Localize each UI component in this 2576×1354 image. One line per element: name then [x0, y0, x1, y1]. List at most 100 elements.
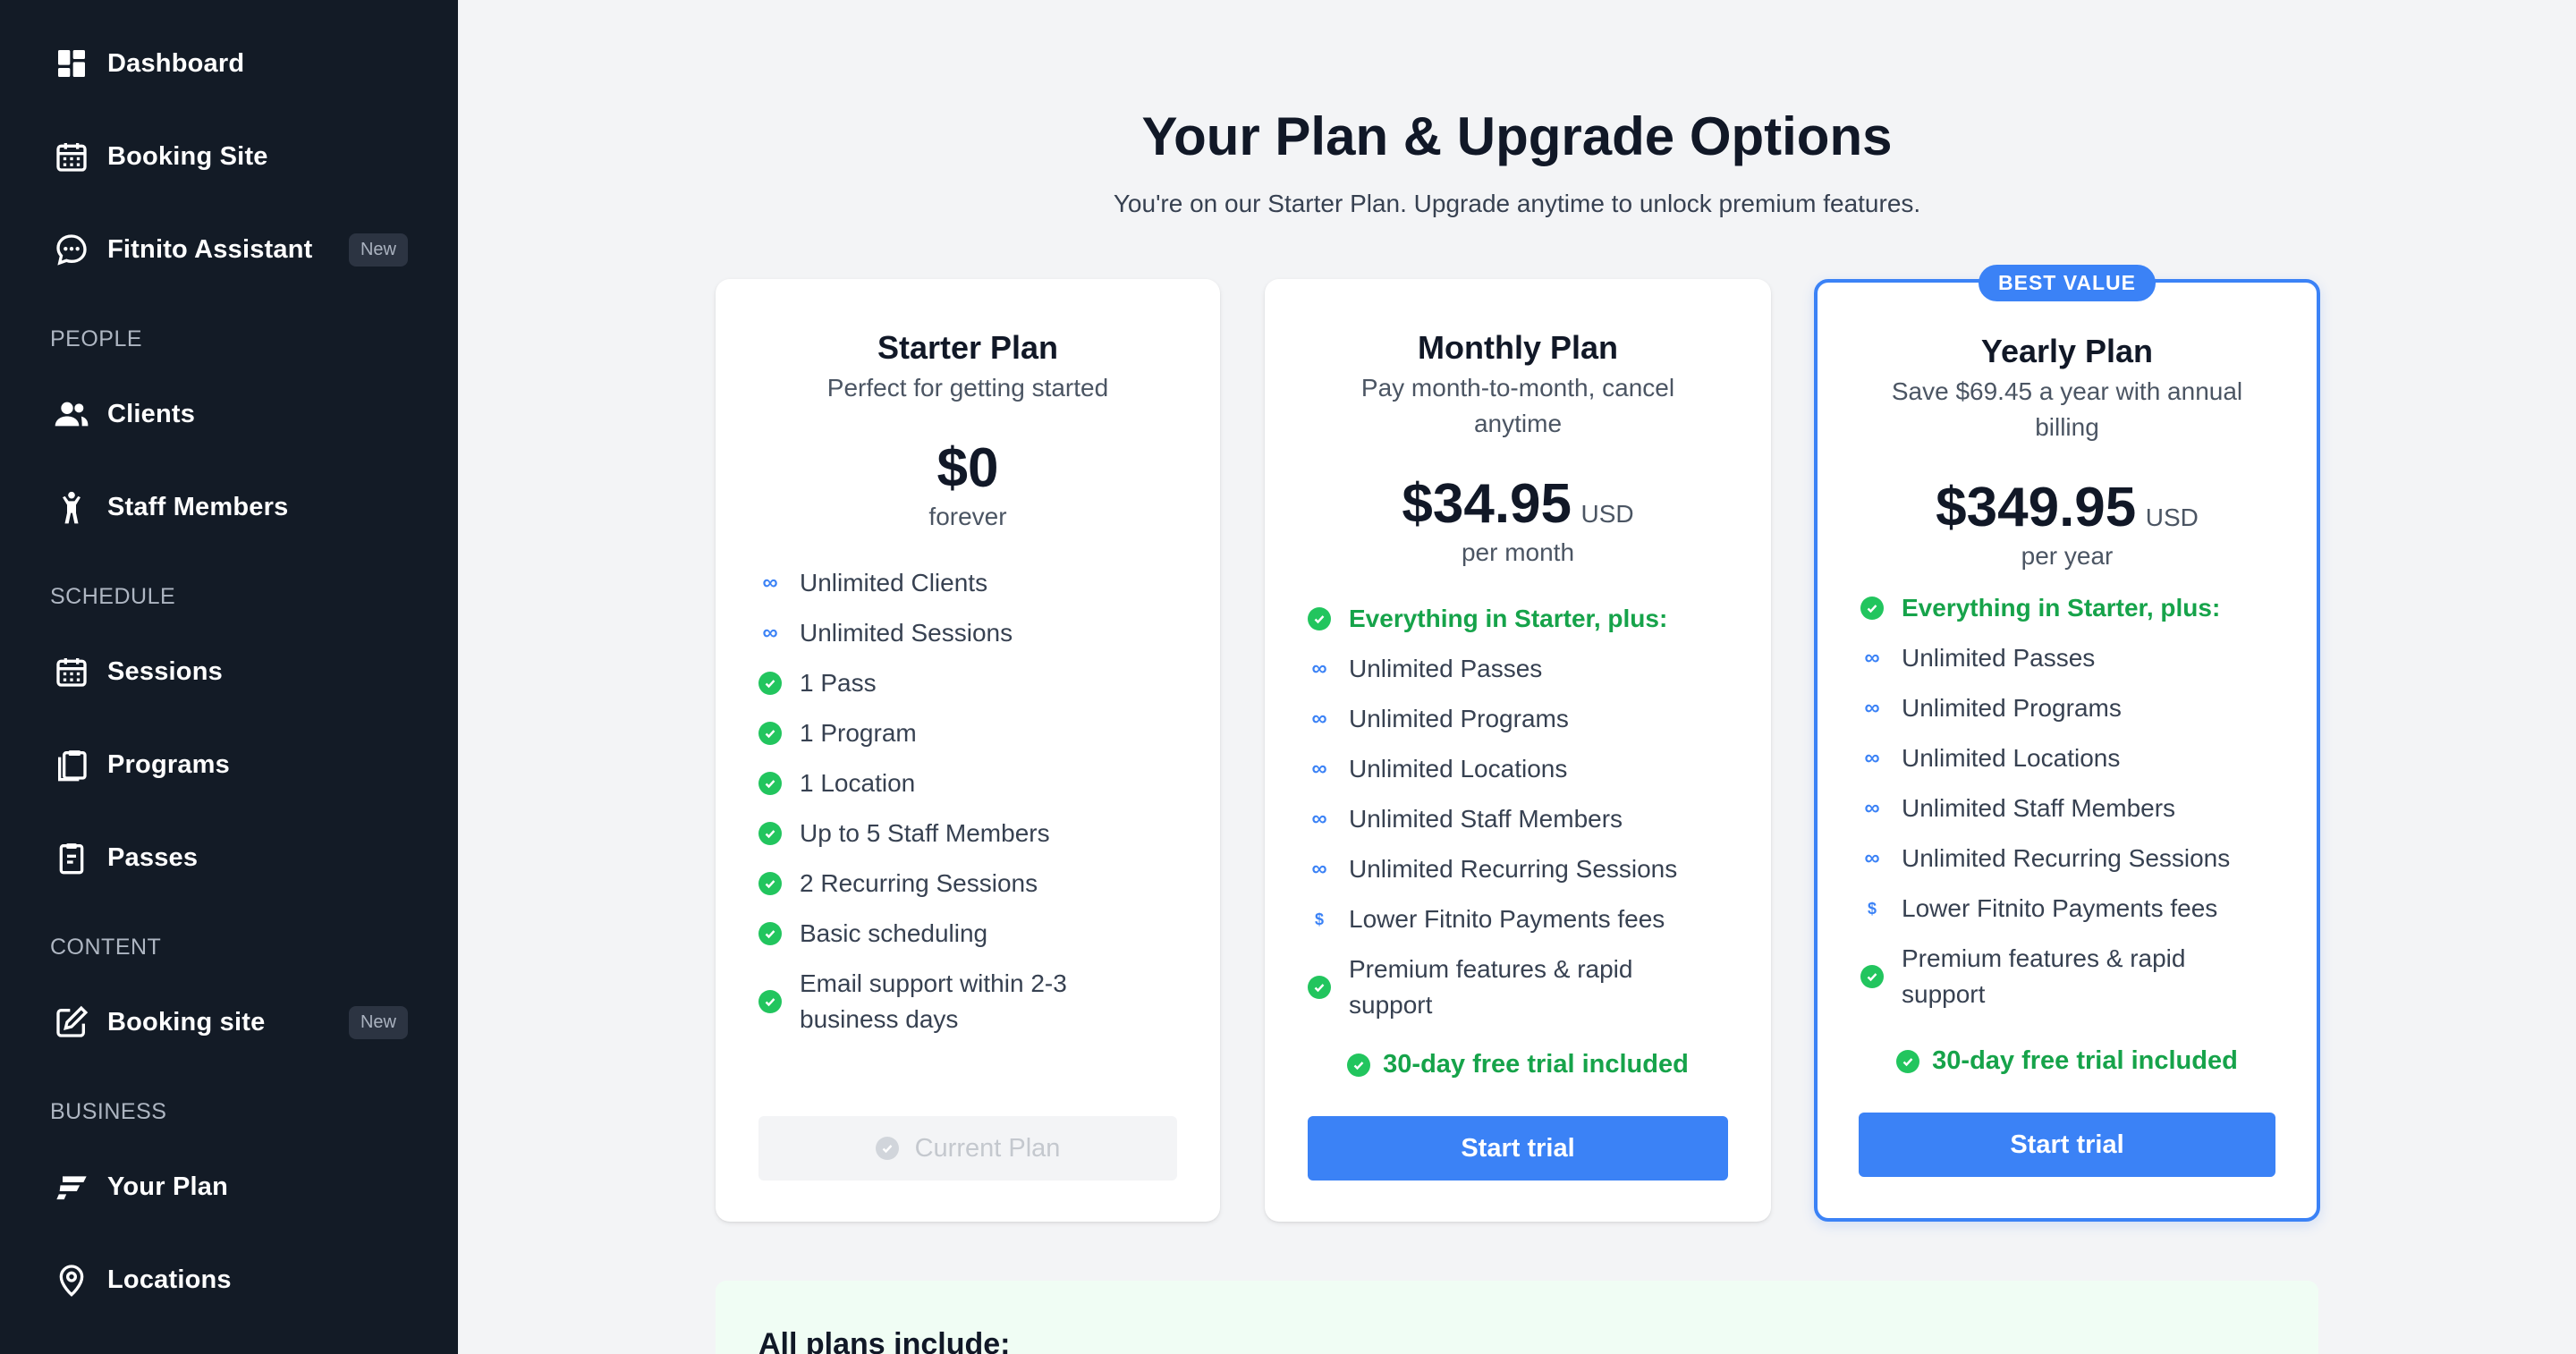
- trial-note-text: 30-day free trial included: [1383, 1050, 1689, 1079]
- sidebar-item-staff-members[interactable]: Staff Members: [0, 475, 458, 539]
- sidebar-item-booking-site-content[interactable]: Booking site New: [0, 990, 458, 1054]
- feature-text: Unlimited Locations: [1902, 744, 2121, 772]
- plan-card-starter: Starter Plan Perfect for getting started…: [716, 279, 1220, 1222]
- infinity-icon: ∞: [1311, 707, 1327, 731]
- page-subtitle: You're on our Starter Plan. Upgrade anyt…: [1113, 190, 1921, 217]
- check-circle-icon: [1896, 1049, 1920, 1073]
- infinity-icon: ∞: [1311, 757, 1327, 781]
- feature-item: ∞ Unlimited Staff Members: [1306, 801, 1735, 837]
- infinity-icon: ∞: [762, 571, 778, 595]
- infinity-icon: ∞: [1864, 746, 1880, 770]
- check-circle-icon: [1347, 1053, 1371, 1077]
- feature-text: Everything in Starter, plus:: [1902, 594, 2221, 622]
- plan-description: Perfect for getting started: [826, 374, 1109, 402]
- section-label-business: BUSINESS: [50, 1099, 167, 1124]
- plan-description: Pay month-to-month, cancel anytime: [1360, 374, 1675, 437]
- feature-item: 1 Program: [757, 715, 1186, 751]
- feature-item: 2 Recurring Sessions: [757, 866, 1186, 901]
- feature-item: Premium features & rapid support: [1859, 941, 2234, 1012]
- feature-text: Unlimited Passes: [1349, 655, 1543, 682]
- feature-item: ∞ Unlimited Locations: [1859, 740, 2288, 776]
- feature-text: Unlimited Sessions: [800, 619, 1013, 647]
- feature-text: Unlimited Recurring Sessions: [1349, 855, 1678, 883]
- feature-item: ∞ Unlimited Sessions: [757, 615, 1186, 651]
- trial-note: 30-day free trial included: [1265, 1050, 1771, 1079]
- infinity-icon: ∞: [1311, 857, 1327, 881]
- check-circle-icon: [757, 816, 784, 851]
- plan-title: Yearly Plan: [1980, 333, 2154, 369]
- main-content: Your Plan & Upgrade Options You're on ou…: [458, 0, 2576, 1354]
- sidebar-item-clients[interactable]: Clients: [0, 382, 458, 446]
- infinity-icon: ∞: [1864, 796, 1880, 820]
- sidebar-item-booking-site[interactable]: Booking Site: [0, 124, 458, 189]
- feature-text: Everything in Starter, plus:: [1349, 605, 1668, 632]
- plan-card-monthly: Monthly Plan Pay month-to-month, cancel …: [1265, 279, 1771, 1222]
- includes-title: All plans include:: [758, 1327, 1011, 1354]
- feature-item: $ Lower Fitnito Payments fees: [1859, 891, 2288, 927]
- feature-item: ∞ Unlimited Passes: [1859, 640, 2288, 676]
- check-circle-icon: [875, 1137, 899, 1160]
- all-plans-include-section: All plans include:: [716, 1281, 2318, 1354]
- sidebar-item-your-plan[interactable]: Your Plan: [0, 1155, 458, 1219]
- chat-bubble-icon: [52, 230, 91, 269]
- feature-text: Premium features & rapid support: [1902, 944, 2186, 1008]
- page-title: Your Plan & Upgrade Options: [1141, 106, 1893, 166]
- plan-card-yearly: BEST VALUE Yearly Plan Save $69.45 a yea…: [1814, 265, 2320, 1222]
- sidebar-item-label: Clients: [107, 399, 196, 428]
- sidebar-item-label: Programs: [107, 749, 230, 779]
- feature-item: Everything in Starter, plus:: [1859, 590, 2288, 626]
- feature-item: Email support within 2-3 business days: [757, 966, 1114, 1037]
- sidebar: Dashboard Booking Site Fitnito Assistant…: [0, 0, 458, 1354]
- section-label-people: PEOPLE: [50, 326, 143, 351]
- calendar-icon: [52, 652, 91, 691]
- feature-item: 1 Location: [757, 766, 1186, 801]
- infinity-icon: ∞: [1311, 807, 1327, 831]
- new-badge: New: [348, 1006, 408, 1039]
- sidebar-item-label: Locations: [107, 1265, 232, 1294]
- check-circle-icon: [757, 984, 784, 1020]
- sidebar-item-sessions[interactable]: Sessions: [0, 639, 458, 704]
- feature-text: 1 Location: [800, 769, 916, 797]
- check-circle-icon: [1859, 590, 1885, 626]
- check-circle-icon: [1306, 969, 1333, 1005]
- clipboard-stack-icon: [52, 745, 91, 784]
- feature-text: Unlimited Programs: [1902, 694, 2122, 722]
- calendar-icon: [52, 137, 91, 176]
- check-circle-icon: [757, 866, 784, 901]
- map-pin-icon: [52, 1260, 91, 1299]
- infinity-icon: ∞: [1864, 646, 1880, 670]
- feature-item: 1 Pass: [757, 665, 1186, 701]
- feature-item: $ Lower Fitnito Payments fees: [1306, 901, 1735, 937]
- fitnito-logo-icon: [52, 1167, 91, 1206]
- sidebar-item-label: Booking site: [107, 1007, 266, 1037]
- dollar-icon: $: [1314, 910, 1324, 928]
- sidebar-item-programs[interactable]: Programs: [0, 732, 458, 797]
- infinity-icon: ∞: [1311, 656, 1327, 681]
- feature-text: Unlimited Programs: [1349, 705, 1569, 732]
- sidebar-item-dashboard[interactable]: Dashboard: [0, 31, 458, 96]
- new-badge: New: [348, 233, 408, 267]
- check-circle-icon: [757, 916, 784, 952]
- plan-title: Monthly Plan: [1418, 329, 1618, 366]
- feature-item: Everything in Starter, plus:: [1306, 601, 1735, 637]
- feature-item: Premium features & rapid support: [1306, 952, 1682, 1023]
- feature-text: Unlimited Staff Members: [1349, 805, 1623, 833]
- plan-period: forever: [928, 503, 1007, 530]
- feature-text: Unlimited Passes: [1902, 644, 2096, 672]
- feature-text: 2 Recurring Sessions: [800, 869, 1038, 897]
- users-icon: [52, 394, 91, 434]
- feature-item: ∞ Unlimited Passes: [1306, 651, 1735, 687]
- plan-period: per year: [2021, 542, 2114, 570]
- sidebar-item-fitnito-assistant[interactable]: Fitnito Assistant New: [0, 217, 458, 282]
- sidebar-item-passes[interactable]: Passes: [0, 825, 458, 890]
- feature-item: ∞ Unlimited Recurring Sessions: [1306, 851, 1735, 887]
- start-trial-monthly-button[interactable]: Start trial: [1308, 1116, 1728, 1181]
- sidebar-item-label: Sessions: [107, 656, 223, 686]
- feature-text: Unlimited Locations: [1349, 755, 1568, 783]
- infinity-icon: ∞: [762, 621, 778, 645]
- feature-text: 1 Pass: [800, 669, 877, 697]
- start-trial-yearly-button[interactable]: Start trial: [1859, 1113, 2275, 1177]
- feature-text: Up to 5 Staff Members: [800, 819, 1050, 847]
- plan-price-row: $34.95 USD: [1265, 472, 1771, 536]
- sidebar-item-locations[interactable]: Locations: [0, 1248, 458, 1312]
